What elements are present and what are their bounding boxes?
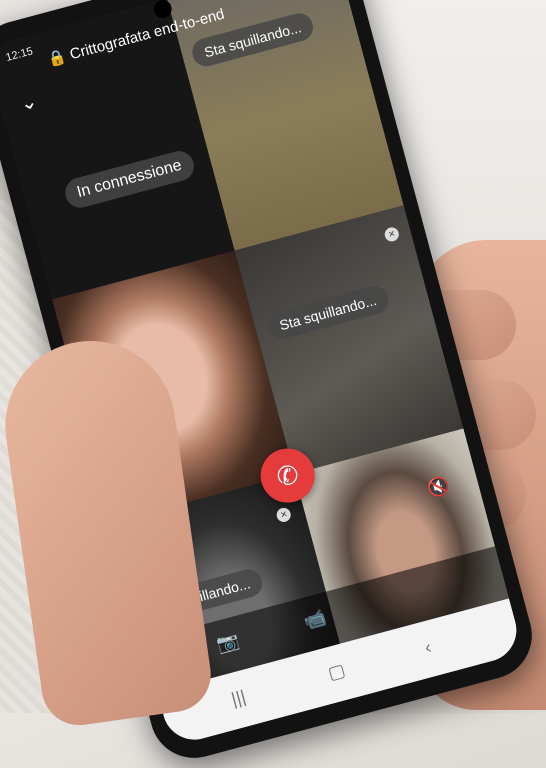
status-time: 12:15 bbox=[4, 45, 35, 65]
home-icon[interactable]: ▢ bbox=[326, 660, 348, 685]
phone-hangup-icon: ✆ bbox=[273, 458, 303, 494]
chevron-down-icon[interactable]: ⌄ bbox=[17, 88, 40, 116]
close-icon[interactable]: × bbox=[383, 225, 401, 243]
back-icon[interactable]: ‹ bbox=[422, 637, 433, 659]
recent-apps-icon[interactable]: ||| bbox=[229, 686, 248, 710]
mic-off-icon: 🔇 bbox=[425, 474, 453, 500]
connection-status-badge: In connessione bbox=[61, 147, 197, 211]
video-off-icon[interactable]: 📹 bbox=[302, 607, 329, 633]
camera-switch-icon[interactable]: 📷 bbox=[215, 630, 242, 656]
close-icon[interactable]: × bbox=[275, 506, 293, 524]
ringing-label: Sta squillando... bbox=[264, 282, 392, 342]
